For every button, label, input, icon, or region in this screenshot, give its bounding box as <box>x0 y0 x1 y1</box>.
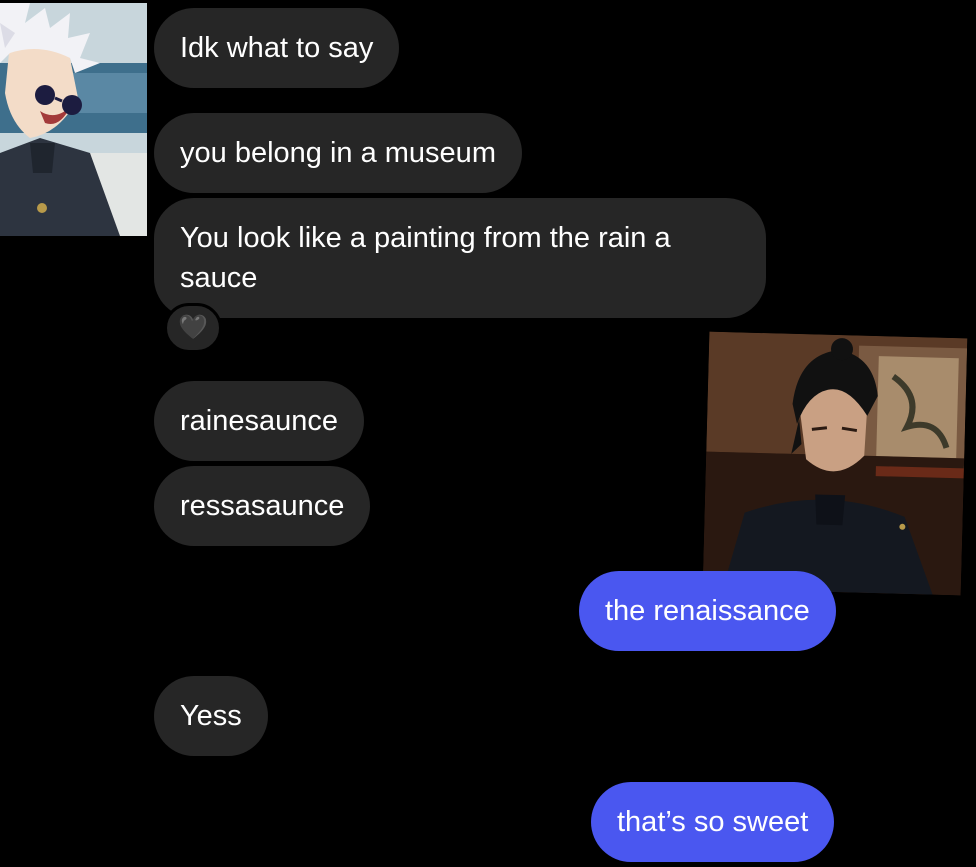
message-bubble-incoming[interactable]: you belong in a museum <box>154 113 522 193</box>
message-bubble-incoming[interactable]: ressasaunce <box>154 466 371 546</box>
message-bubble-outgoing[interactable]: the renaissance <box>579 571 836 651</box>
anime-character-dark-hair-icon <box>702 331 968 596</box>
message-bubble-outgoing[interactable]: that’s so sweet <box>591 782 835 862</box>
dark-haired-character-avatar <box>702 331 968 596</box>
message-reaction[interactable]: 🖤 <box>164 303 222 353</box>
white-haired-character-avatar <box>0 3 147 236</box>
anime-character-white-hair-icon <box>0 3 147 236</box>
message-bubble-incoming[interactable]: Idk what to say <box>154 8 400 88</box>
message-bubble-incoming[interactable]: You look like a painting from the rain a… <box>154 198 766 318</box>
message-bubble-incoming[interactable]: rainesaunce <box>154 381 364 461</box>
black-heart-icon: 🖤 <box>178 314 208 341</box>
message-bubble-incoming[interactable]: Yess <box>154 676 268 756</box>
